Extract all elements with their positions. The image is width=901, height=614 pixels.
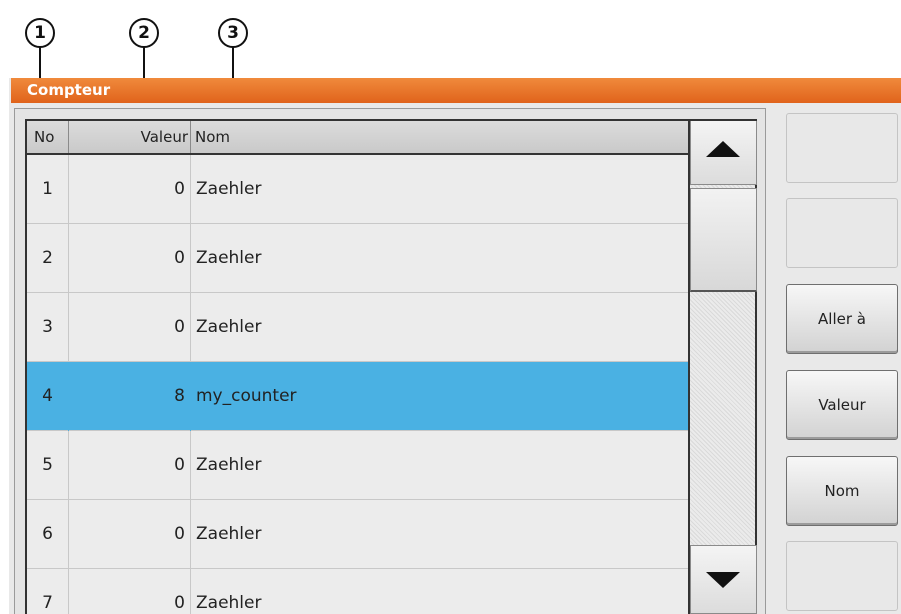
cell-nom: my_counter bbox=[196, 386, 297, 406]
table-row[interactable]: 3 0 Zaehler bbox=[27, 293, 688, 362]
cell-nom: Zaehler bbox=[196, 524, 262, 544]
cell-no: 7 bbox=[27, 569, 69, 614]
table-row[interactable]: 5 0 Zaehler bbox=[27, 431, 688, 500]
softkey-2-button[interactable] bbox=[786, 198, 898, 268]
column-header-nom[interactable]: Nom bbox=[191, 121, 688, 153]
scrollbar-thumb[interactable] bbox=[690, 188, 757, 292]
table-row[interactable]: 2 0 Zaehler bbox=[27, 224, 688, 293]
callout-2: 2 bbox=[129, 18, 159, 48]
table-row[interactable]: 6 0 Zaehler bbox=[27, 500, 688, 569]
cell-valeur: 0 bbox=[69, 569, 191, 614]
triangle-down-icon bbox=[706, 572, 740, 588]
cell-valeur: 0 bbox=[69, 500, 191, 569]
window-title: Compteur bbox=[11, 78, 901, 103]
cell-no: 5 bbox=[27, 431, 69, 500]
softkey-6-button[interactable] bbox=[786, 541, 898, 611]
cell-valeur: 0 bbox=[69, 431, 191, 500]
cell-no: 3 bbox=[27, 293, 69, 362]
triangle-up-icon bbox=[706, 141, 740, 157]
cell-nom: Zaehler bbox=[196, 248, 262, 268]
aller-a-button[interactable]: Aller à bbox=[786, 284, 898, 354]
table-row[interactable]: 7 0 Zaehler bbox=[27, 569, 688, 614]
cell-no: 4 bbox=[27, 362, 69, 431]
cell-nom: Zaehler bbox=[196, 593, 262, 613]
cell-nom: Zaehler bbox=[196, 179, 262, 199]
callout-3: 3 bbox=[218, 18, 248, 48]
cell-valeur: 0 bbox=[69, 224, 191, 293]
column-header-valeur[interactable]: Valeur bbox=[69, 121, 191, 153]
counter-table: No Valeur Nom 1 0 Zaehler 2 0 Zaehler 3 … bbox=[25, 119, 690, 614]
nom-button[interactable]: Nom bbox=[786, 456, 898, 526]
cell-valeur: 8 bbox=[69, 362, 191, 431]
cell-no: 1 bbox=[27, 155, 69, 224]
cell-nom: Zaehler bbox=[196, 317, 262, 337]
valeur-button[interactable]: Valeur bbox=[786, 370, 898, 440]
softkey-1-button[interactable] bbox=[786, 113, 898, 183]
cell-nom: Zaehler bbox=[196, 455, 262, 475]
table-row[interactable]: 1 0 Zaehler bbox=[27, 155, 688, 224]
table-header: No Valeur Nom bbox=[27, 121, 688, 155]
callout-1: 1 bbox=[25, 18, 55, 48]
table-row-selected[interactable]: 4 8 my_counter bbox=[27, 362, 688, 431]
column-header-no[interactable]: No bbox=[27, 121, 69, 153]
cell-no: 6 bbox=[27, 500, 69, 569]
cell-valeur: 0 bbox=[69, 155, 191, 224]
cell-valeur: 0 bbox=[69, 293, 191, 362]
cell-no: 2 bbox=[27, 224, 69, 293]
